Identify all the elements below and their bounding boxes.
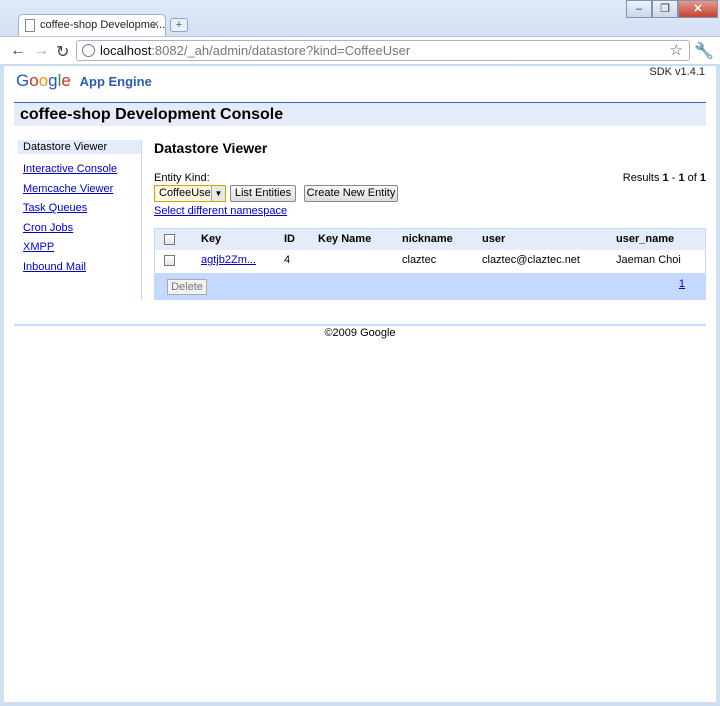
create-new-entity-button[interactable]: Create New Entity bbox=[304, 185, 398, 202]
browser-tab[interactable]: coffee-shop Developme... × bbox=[18, 14, 166, 36]
reload-icon[interactable]: ↻ bbox=[56, 42, 69, 62]
column-header-nickname[interactable]: nickname bbox=[402, 233, 453, 245]
window-controls: – ❐ ✕ bbox=[626, 0, 718, 18]
column-header-user[interactable]: user bbox=[482, 233, 505, 245]
browser-chrome: coffee-shop Developme... × + – ❐ ✕ ← → ↻… bbox=[0, 0, 720, 66]
table-row: agtjb2Zm... 4 claztec claztec@claztec.ne… bbox=[155, 250, 705, 271]
sidebar-item-inbound-mail[interactable]: Inbound Mail bbox=[18, 258, 141, 278]
page-link[interactable]: 1 bbox=[679, 278, 685, 290]
select-namespace-link[interactable]: Select different namespace bbox=[154, 205, 287, 217]
cell-nickname: claztec bbox=[402, 254, 437, 266]
product-name: App Engine bbox=[79, 74, 152, 89]
column-header-id[interactable]: ID bbox=[284, 233, 295, 245]
browser-toolbar: ← → ↻ localhost:8082/_ah/admin/datastore… bbox=[0, 36, 720, 64]
page-content: Google App Engine SDK v1.4.1 coffee-shop… bbox=[4, 66, 716, 702]
wrench-icon[interactable]: 🔧 bbox=[694, 41, 714, 61]
star-icon[interactable]: ☆ bbox=[670, 41, 683, 59]
sidebar-item-task-queues[interactable]: Task Queues bbox=[18, 199, 141, 219]
chevron-down-icon[interactable]: ▼ bbox=[211, 186, 225, 201]
sdk-version: SDK v1.4.1 bbox=[649, 66, 705, 78]
sidebar-item-interactive-console[interactable]: Interactive Console bbox=[18, 160, 141, 180]
column-header-key-name[interactable]: Key Name bbox=[318, 233, 371, 245]
console-title: coffee-shop Development Console bbox=[20, 106, 284, 123]
page-icon bbox=[25, 19, 35, 32]
back-icon[interactable]: ← bbox=[10, 42, 26, 60]
sidebar-item-xmpp[interactable]: XMPP bbox=[18, 238, 141, 258]
entity-kind-select[interactable]: CoffeeUser ▼ bbox=[154, 185, 226, 202]
maximize-button[interactable]: ❐ bbox=[652, 0, 678, 18]
table-footer: Delete 1 bbox=[155, 273, 705, 300]
url-text: localhost:8082/_ah/admin/datastore?kind=… bbox=[100, 43, 411, 58]
results-count: Results 1 - 1 of 1 bbox=[622, 172, 706, 184]
entity-kind-value: CoffeeUser bbox=[159, 187, 215, 199]
entities-table: Key ID Key Name nickname user user_name … bbox=[154, 228, 706, 300]
page-title: Datastore Viewer bbox=[154, 140, 268, 156]
entity-key-link[interactable]: agtjb2Zm... bbox=[201, 254, 256, 266]
tab-title: coffee-shop Developme... bbox=[40, 19, 166, 31]
entity-kind-label: Entity Kind: bbox=[154, 172, 210, 184]
cell-user-name: Jaeman Choi bbox=[616, 254, 681, 266]
cell-id: 4 bbox=[284, 254, 291, 266]
sidebar-item-memcache-viewer[interactable]: Memcache Viewer bbox=[18, 180, 141, 200]
footer-divider bbox=[14, 324, 706, 326]
console-title-bar: coffee-shop Development Console bbox=[14, 102, 706, 126]
new-tab-button[interactable]: + bbox=[170, 18, 188, 32]
sidebar-item-cron-jobs[interactable]: Cron Jobs bbox=[18, 219, 141, 239]
delete-button[interactable]: Delete bbox=[167, 279, 207, 295]
forward-icon[interactable]: → bbox=[33, 42, 49, 60]
sidebar: Datastore Viewer Interactive Console Mem… bbox=[18, 140, 142, 300]
cell-user: claztec@claztec.net bbox=[482, 254, 580, 266]
globe-icon bbox=[82, 44, 95, 57]
list-entities-button[interactable]: List Entities bbox=[230, 185, 296, 202]
tab-close-icon[interactable]: × bbox=[152, 17, 159, 31]
sidebar-item-datastore-viewer[interactable]: Datastore Viewer bbox=[18, 140, 141, 154]
table-header: Key ID Key Name nickname user user_name bbox=[155, 229, 705, 250]
minimize-button[interactable]: – bbox=[626, 0, 652, 18]
column-header-key[interactable]: Key bbox=[201, 233, 221, 245]
column-header-user-name[interactable]: user_name bbox=[616, 233, 674, 245]
select-all-checkbox[interactable] bbox=[164, 234, 175, 245]
row-checkbox[interactable] bbox=[164, 255, 175, 266]
google-app-engine-logo[interactable]: Google App Engine bbox=[16, 71, 152, 91]
footer-copyright: ©2009 Google bbox=[324, 327, 396, 339]
address-bar[interactable]: localhost:8082/_ah/admin/datastore?kind=… bbox=[76, 40, 690, 61]
close-window-button[interactable]: ✕ bbox=[678, 0, 718, 18]
